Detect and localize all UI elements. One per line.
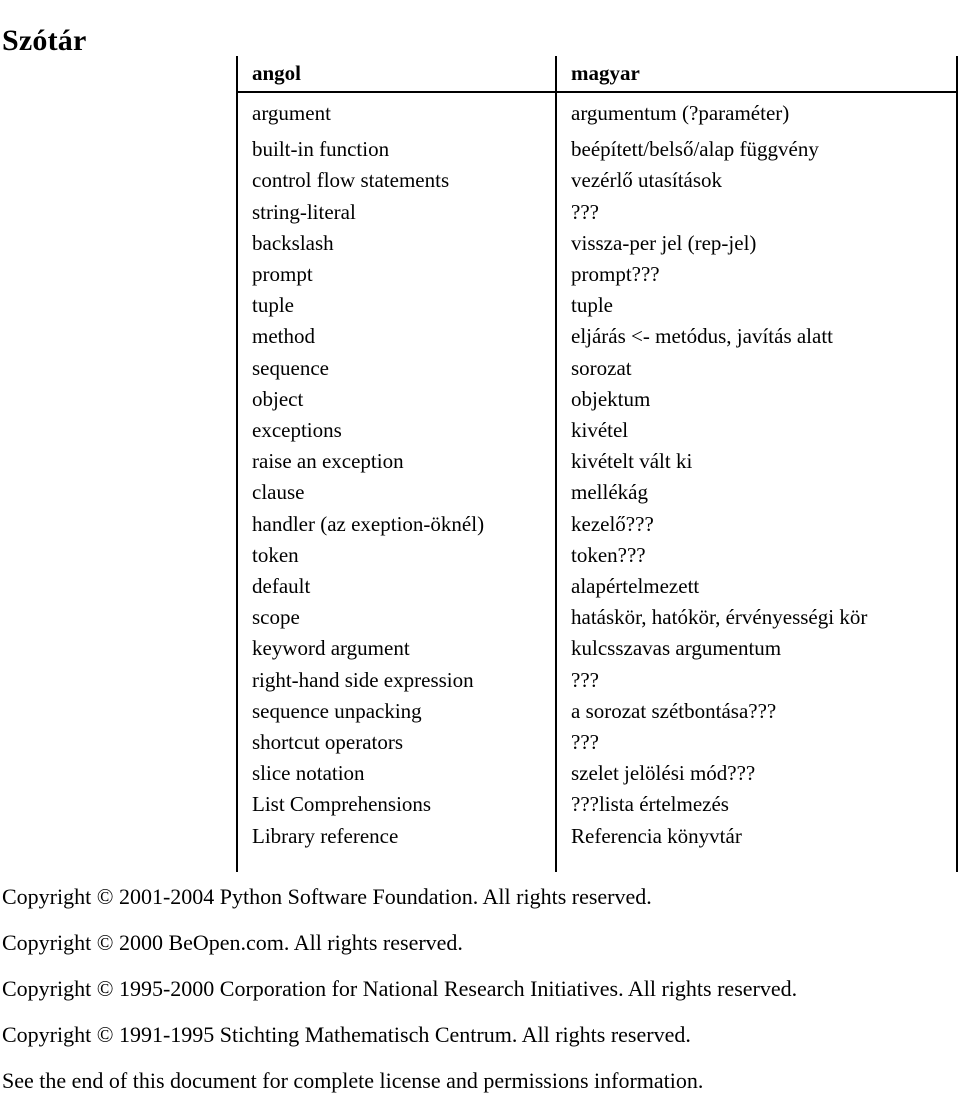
glossary-term-english: right-hand side expression	[236, 664, 556, 696]
glossary-term-hungarian: beépített/belső/alap függvény	[555, 134, 958, 166]
table-row: exceptions kivétel	[236, 415, 958, 447]
glossary-term-hungarian: kulcsszavas argumentum	[555, 633, 958, 665]
glossary-term-english: handler (az exeption-öknél)	[236, 508, 556, 540]
copyright-line: Copyright © 1991-1995 Stichting Mathemat…	[2, 1022, 691, 1047]
glossary-term-hungarian: kivétel	[555, 415, 958, 447]
glossary-term-english: method	[236, 321, 556, 353]
page-title: Szótár	[2, 24, 87, 58]
glossary-term-hungarian: objektum	[555, 383, 958, 416]
glossary-term-hungarian: alapértelmezett	[555, 571, 958, 603]
glossary-term-hungarian: eljárás <- metódus, javítás alatt	[555, 321, 958, 353]
glossary-term-hungarian: ???	[555, 664, 958, 696]
glossary-table: angol magyar argument argumentum (?paramé…	[236, 56, 958, 872]
glossary-term-hungarian: argumentum (?paraméter)	[555, 92, 958, 135]
glossary-term-english: tuple	[236, 290, 556, 322]
glossary-term-english: object	[236, 383, 556, 416]
glossary-term-english: token	[236, 539, 556, 572]
glossary-term-english: sequence	[236, 352, 556, 384]
copyright-block: Copyright © 2001-2004 Python Software Fo…	[2, 884, 958, 1094]
glossary-term-hungarian: sorozat	[555, 352, 958, 384]
table-row: Library reference Referencia könyvtár	[236, 820, 958, 872]
glossary-term-hungarian: tuple	[555, 290, 958, 322]
glossary-term-english: built-in function	[236, 134, 556, 166]
table-header-row: angol magyar	[236, 56, 958, 94]
table-row: scope hatáskör, hatókör, érvényességi kör	[236, 602, 958, 634]
table-row: keyword argument kulcsszavas argumentum	[236, 633, 958, 665]
glossary-term-english: clause	[236, 477, 556, 509]
column-header-english: angol	[236, 56, 556, 94]
glossary-term-hungarian: ???	[555, 727, 958, 759]
table-row: shortcut operators???	[236, 727, 958, 759]
glossary-term-hungarian: kivételt vált ki	[555, 446, 958, 478]
table-row: right-hand side expression???	[236, 664, 958, 696]
glossary-term-hungarian: Referencia könyvtár	[555, 820, 958, 872]
glossary-term-english: backslash	[236, 227, 556, 260]
glossary-term-english: raise an exception	[236, 446, 556, 478]
glossary-term-hungarian: mellékág	[555, 477, 958, 509]
glossary-term-hungarian: szelet jelölési mód???	[555, 758, 958, 790]
glossary-term-english: keyword argument	[236, 633, 556, 665]
glossary-term-hungarian: kezelő???	[555, 508, 958, 540]
glossary-term-english: exceptions	[236, 415, 556, 447]
glossary-term-english: string-literal	[236, 196, 556, 228]
copyright-line: Copyright © 1995-2000 Corporation for Na…	[2, 976, 798, 1001]
table-row: default alapértelmezett	[236, 571, 958, 603]
glossary-term-hungarian: prompt???	[555, 259, 958, 291]
table-row: backslash vissza-per jel (rep-jel)	[236, 227, 958, 260]
copyright-line: Copyright © 2001-2004 Python Software Fo…	[2, 884, 652, 909]
glossary-term-english: slice notation	[236, 758, 556, 790]
glossary-term-hungarian: ???lista értelmezés	[555, 789, 958, 821]
table-row: prompt prompt???	[236, 259, 958, 291]
glossary-term-english: sequence unpacking	[236, 695, 556, 728]
table-row: string-literal???	[236, 196, 958, 228]
document-page: Szótár angol magyar argument argumentum (…	[0, 0, 960, 1101]
table-row: argument argumentum (?paraméter)	[236, 92, 958, 135]
column-header-hungarian: magyar	[555, 56, 958, 94]
table-row: sequence sorozat	[236, 352, 958, 384]
glossary-term-hungarian: hatáskör, hatókör, érvényességi kör	[555, 602, 958, 634]
glossary-term-english: Library reference	[236, 820, 556, 872]
table-row: handler (az exeption-öknél) kezelő???	[236, 508, 958, 540]
glossary-term-english: default	[236, 571, 556, 603]
table-row: raise an exception kivételt vált ki	[236, 446, 958, 478]
glossary-term-hungarian: a sorozat szétbontása???	[555, 695, 958, 728]
glossary-term-english: argument	[236, 92, 556, 135]
glossary-table-body: argument argumentum (?paraméter) built-in …	[236, 92, 958, 872]
glossary-term-hungarian: vezérlő utasítások	[555, 165, 958, 197]
glossary-term-english: prompt	[236, 259, 556, 291]
table-row: method eljárás <- metódus, javítás alatt	[236, 321, 958, 353]
table-row: token token???	[236, 539, 958, 572]
glossary-term-english: control flow statements	[236, 165, 556, 197]
table-row: built-in function beépített/belső/alap fü…	[236, 134, 958, 166]
table-row: List Comprehensions ???lista értelmezés	[236, 789, 958, 821]
glossary-table-head: angol magyar	[236, 56, 958, 94]
glossary-term-english: scope	[236, 602, 556, 634]
glossary-term-hungarian: token???	[555, 539, 958, 572]
table-row: object objektum	[236, 383, 958, 416]
table-row: clause mellékág	[236, 477, 958, 509]
copyright-line: Copyright © 2000 BeOpen.com. All rights …	[2, 930, 463, 955]
table-row: control flow statements vezérlő utasításo…	[236, 165, 958, 197]
table-row: tuple tuple	[236, 290, 958, 322]
copyright-line: See the end of this document for complet…	[2, 1068, 704, 1093]
table-row: sequence unpacking a sorozat szétbontása?…	[236, 695, 958, 728]
glossary-term-english: shortcut operators	[236, 727, 556, 759]
table-row: slice notation szelet jelölési mód???	[236, 758, 958, 790]
glossary-term-english: List Comprehensions	[236, 789, 556, 821]
glossary-term-hungarian: ???	[555, 196, 958, 228]
glossary-term-hungarian: vissza-per jel (rep-jel)	[555, 227, 958, 260]
